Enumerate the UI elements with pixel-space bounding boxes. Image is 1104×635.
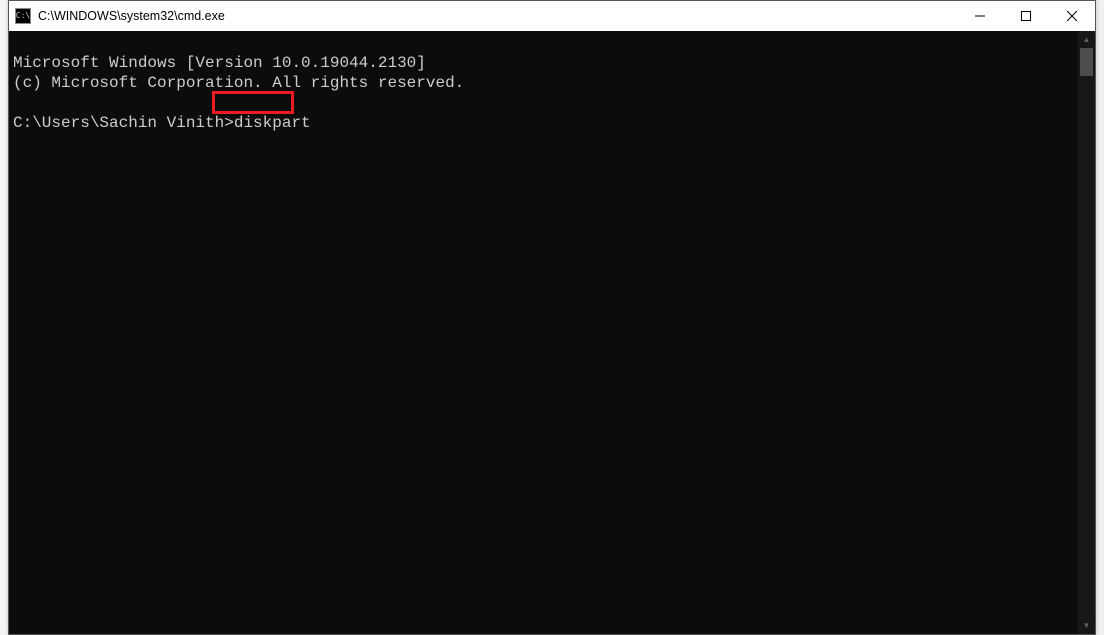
command-input[interactable]: diskpart [234,114,311,132]
window-title: C:\WINDOWS\system32\cmd.exe [38,9,957,23]
chevron-down-icon: ▼ [1083,621,1091,630]
maximize-button[interactable] [1003,1,1049,31]
version-line: Microsoft Windows [Version 10.0.19044.21… [13,54,426,72]
window-controls [957,1,1095,31]
annotation-highlight-box [212,91,294,114]
cmd-icon: C:\ [15,8,31,24]
minimize-icon [975,11,985,21]
terminal[interactable]: Microsoft Windows [Version 10.0.19044.21… [9,31,1078,634]
scroll-down-button[interactable]: ▼ [1078,617,1095,634]
chevron-up-icon: ▲ [1083,35,1091,44]
copyright-line: (c) Microsoft Corporation. All rights re… [13,74,464,92]
scroll-track[interactable] [1078,48,1095,617]
cmd-window: C:\ C:\WINDOWS\system32\cmd.exe Microsof… [8,0,1096,635]
close-button[interactable] [1049,1,1095,31]
vertical-scrollbar[interactable]: ▲ ▼ [1078,31,1095,634]
scroll-up-button[interactable]: ▲ [1078,31,1095,48]
close-icon [1067,11,1077,21]
terminal-area: Microsoft Windows [Version 10.0.19044.21… [9,31,1095,634]
prompt-text: C:\Users\Sachin Vinith> [13,114,234,132]
scroll-thumb[interactable] [1080,48,1093,76]
maximize-icon [1021,11,1031,21]
minimize-button[interactable] [957,1,1003,31]
titlebar[interactable]: C:\ C:\WINDOWS\system32\cmd.exe [9,1,1095,31]
background-strip [0,0,8,635]
